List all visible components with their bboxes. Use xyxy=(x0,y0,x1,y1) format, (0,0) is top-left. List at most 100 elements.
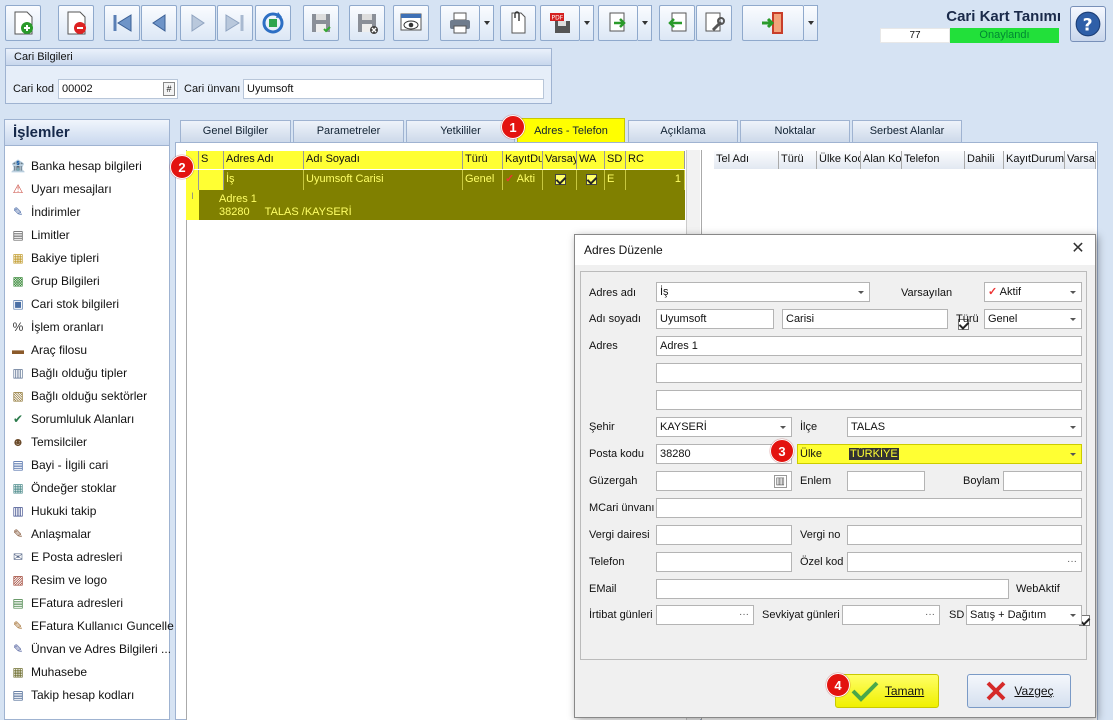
sidebar-item-17[interactable]: ✉ E Posta adresleri xyxy=(10,547,122,567)
sidebar-item-12[interactable]: ☻ Temsilciler xyxy=(10,432,87,452)
cell-sd[interactable]: E xyxy=(605,170,626,190)
pdf-button[interactable]: PDF xyxy=(540,5,580,41)
ad-input[interactable]: Uyumsoft xyxy=(656,309,774,329)
cell-rc[interactable]: 1 xyxy=(626,170,685,190)
sidebar-item-13[interactable]: ▤ Bayi - İlgili cari xyxy=(10,455,108,475)
ok-button[interactable]: Tamam xyxy=(835,674,939,708)
sidebar-item-9[interactable]: ▥ Bağlı olduğu tipler xyxy=(10,363,127,383)
telefon-input[interactable] xyxy=(656,552,792,572)
import-button[interactable] xyxy=(659,5,695,41)
tab-3[interactable]: Adres - Telefon xyxy=(517,118,625,142)
column-header[interactable]: Varsay xyxy=(543,151,577,169)
delete-button[interactable] xyxy=(58,5,94,41)
irtibat-gunleri-input[interactable]: ··· xyxy=(656,605,754,625)
guzergah-input[interactable]: ▥ xyxy=(656,471,792,491)
enlem-input[interactable] xyxy=(847,471,925,491)
save-button[interactable] xyxy=(303,5,339,41)
column-header[interactable]: KayıtDurumu xyxy=(1004,151,1065,169)
attachment-button[interactable] xyxy=(500,5,536,41)
boylam-input[interactable] xyxy=(1003,471,1082,491)
column-header[interactable]: Adı Soyadı xyxy=(304,151,463,169)
column-header[interactable]: Adres Adı xyxy=(224,151,304,169)
sidebar-item-2[interactable]: ✎ İndirimler xyxy=(10,202,80,222)
sidebar-item-1[interactable]: ⚠ Uyarı mesajları xyxy=(10,179,112,199)
email-input[interactable] xyxy=(656,579,1009,599)
column-header[interactable]: WA xyxy=(577,151,605,169)
sidebar-item-22[interactable]: ▦ Muhasebe xyxy=(10,662,87,682)
cell-adi-soyadi[interactable]: Uyumsoft Carisi xyxy=(304,170,463,190)
column-header[interactable]: Türü xyxy=(779,151,817,169)
column-header[interactable]: Dahili xyxy=(965,151,1004,169)
previous-record-button[interactable] xyxy=(141,5,177,41)
column-header[interactable]: Tel Adı xyxy=(714,151,779,169)
column-header[interactable]: Telefon xyxy=(902,151,965,169)
sidebar-item-0[interactable]: 🏦 Banka hesap bilgileri xyxy=(10,156,142,176)
cell-adres-adi[interactable]: İş xyxy=(224,170,304,190)
adres-adi-select[interactable]: İş xyxy=(656,282,870,302)
export-button[interactable] xyxy=(598,5,638,41)
vergi-dairesi-input[interactable] xyxy=(656,525,792,545)
export-dropdown[interactable] xyxy=(638,5,652,41)
adres-line-2-input[interactable] xyxy=(656,363,1082,383)
lookup-icon[interactable]: ▥ xyxy=(773,475,787,488)
row-selected-cell[interactable] xyxy=(199,170,224,190)
preview-button[interactable] xyxy=(393,5,429,41)
column-header[interactable]: SD xyxy=(605,151,626,169)
cell-kayit-durumu[interactable]: ✓ Akti xyxy=(503,170,543,190)
sehir-select[interactable]: KAYSERİ xyxy=(656,417,792,437)
column-header[interactable]: Ülke Koc xyxy=(817,151,861,169)
tab-2[interactable]: Yetkililer xyxy=(406,120,515,142)
last-record-button[interactable] xyxy=(217,5,253,41)
cell-wa[interactable] xyxy=(577,170,605,190)
ozel-kod-input[interactable]: ··· xyxy=(847,552,1082,572)
pdf-dropdown[interactable] xyxy=(580,5,594,41)
turu-select[interactable]: Genel xyxy=(984,309,1082,329)
sidebar-item-14[interactable]: ▦ Öndeğer stoklar xyxy=(10,478,116,498)
tab-0[interactable]: Genel Bilgiler xyxy=(180,120,291,142)
column-header[interactable]: RC xyxy=(626,151,685,169)
sidebar-item-8[interactable]: ▬ Araç filosu xyxy=(10,340,87,360)
column-header[interactable]: Alan Ko xyxy=(861,151,902,169)
print-button[interactable] xyxy=(440,5,480,41)
vergi-no-input[interactable] xyxy=(847,525,1082,545)
sidebar-item-23[interactable]: ▤ Takip hesap kodları xyxy=(10,685,134,705)
sidebar-item-10[interactable]: ▧ Bağlı olduğu sektörler xyxy=(10,386,147,406)
sidebar-item-3[interactable]: ▤ Limitler xyxy=(10,225,69,245)
cari-code-input[interactable]: 00002 # xyxy=(58,79,178,99)
tab-4[interactable]: Açıklama xyxy=(628,120,738,142)
ellipsis-icon[interactable]: ··· xyxy=(739,606,749,624)
adres-line-1-input[interactable]: Adres 1 xyxy=(656,336,1082,356)
sidebar-item-21[interactable]: ✎ Ünvan ve Adres Bilgileri ... xyxy=(10,639,171,659)
cari-name-input[interactable]: Uyumsoft xyxy=(243,79,544,99)
adres-line-3-input[interactable] xyxy=(656,390,1082,410)
cell-varsayilan[interactable] xyxy=(543,170,577,190)
column-header[interactable]: Türü xyxy=(463,151,503,169)
tab-6[interactable]: Serbest Alanlar xyxy=(852,120,962,142)
save-close-button[interactable] xyxy=(349,5,385,41)
sidebar-item-15[interactable]: ▥ Hukuki takip xyxy=(10,501,96,521)
refresh-button[interactable] xyxy=(255,5,291,41)
print-dropdown[interactable] xyxy=(480,5,494,41)
sidebar-item-19[interactable]: ▤ EFatura adresleri xyxy=(10,593,123,613)
next-record-button[interactable] xyxy=(180,5,216,41)
column-header[interactable]: Varsa xyxy=(1065,151,1096,169)
mcari-unvani-input[interactable] xyxy=(656,498,1082,518)
ulke-select[interactable]: TÜRKİYE xyxy=(797,444,1082,464)
exit-dropdown[interactable] xyxy=(804,5,818,41)
ellipsis-icon[interactable]: ··· xyxy=(925,606,935,624)
exit-button[interactable] xyxy=(742,5,804,41)
add-button[interactable] xyxy=(5,5,41,41)
sidebar-item-18[interactable]: ▨ Resim ve logo xyxy=(10,570,107,590)
help-button[interactable]: ? xyxy=(1070,6,1106,42)
tools-button[interactable] xyxy=(696,5,732,41)
sd-select[interactable]: Satış + Dağıtım xyxy=(966,605,1082,625)
tab-1[interactable]: Parametreler xyxy=(293,120,404,142)
cell-turu[interactable]: Genel xyxy=(463,170,503,190)
close-button[interactable]: ✕ xyxy=(1069,240,1087,258)
sidebar-item-20[interactable]: ✎ EFatura Kullanıcı Guncelle xyxy=(10,616,174,636)
hash-icon[interactable]: # xyxy=(163,82,175,96)
sidebar-item-11[interactable]: ✔ Sorumluluk Alanları xyxy=(10,409,134,429)
sidebar-item-6[interactable]: ▣ Cari stok bilgileri xyxy=(10,294,119,314)
ilce-select[interactable]: TALAS xyxy=(847,417,1082,437)
soyad-input[interactable]: Carisi xyxy=(782,309,948,329)
